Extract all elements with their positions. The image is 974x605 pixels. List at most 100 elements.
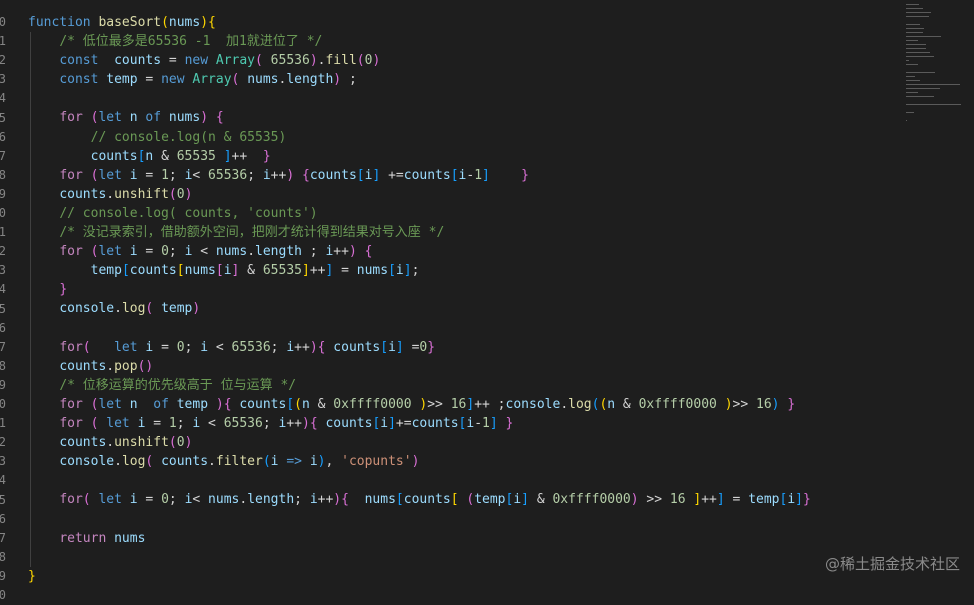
code-line[interactable]: function baseSort(nums){ xyxy=(28,13,904,32)
code-line[interactable]: console.log( temp) xyxy=(28,299,904,319)
code-token: /* 位移运算的优先级高于 位与运算 */ xyxy=(59,377,297,393)
code-line[interactable]: } xyxy=(28,280,904,300)
code-line[interactable]: counts.unshift(0) xyxy=(28,433,904,453)
code-token: temp xyxy=(106,72,138,88)
code-token: & xyxy=(615,396,639,412)
code-line[interactable]: for( let i = 0; i < 65536; i++){ counts[… xyxy=(28,337,904,357)
code-token: ; xyxy=(341,72,357,88)
minimap-line xyxy=(906,56,934,57)
indent-guide xyxy=(30,280,31,300)
code-line[interactable] xyxy=(28,547,904,567)
code-token: < xyxy=(192,167,209,183)
code-line[interactable]: // console.log(n & 65535) xyxy=(28,127,904,147)
indent-guide xyxy=(30,70,31,90)
code-token: } xyxy=(59,282,68,298)
line-number-gutter: 0 1 2 3 4 5 6 7 8 9 0 1 2 3 4 5 6 7 8 9 0 1 2 3 4 5 6 7 8 9 0 xyxy=(0,0,8,602)
indent-guide xyxy=(30,242,31,262)
line-number: 6 xyxy=(0,129,6,144)
minimap-line xyxy=(906,60,909,61)
line-number: 7 xyxy=(0,339,6,354)
code-token: let xyxy=(114,339,138,355)
code-token: function xyxy=(28,15,91,30)
code-line[interactable]: /* 位移运算的优先级高于 位与运算 */ xyxy=(28,375,904,395)
minimap-line xyxy=(906,96,934,97)
vertical-scrollbar[interactable] xyxy=(966,0,974,586)
code-line[interactable] xyxy=(28,89,904,109)
code-line[interactable]: counts[n & 65535 ]++ } xyxy=(28,146,904,166)
code-token: ; xyxy=(411,263,420,279)
code-line[interactable]: for ( let i = 1; i < 65536; i++){ counts… xyxy=(28,413,904,434)
code-line[interactable]: counts.unshift(0) xyxy=(28,184,904,204)
code-token: = xyxy=(137,72,162,88)
code-token: nums xyxy=(356,263,389,279)
code-token: nums xyxy=(184,263,216,279)
code-line[interactable]: return nums xyxy=(28,528,904,548)
code-token: counts xyxy=(411,415,459,431)
code-token: ] xyxy=(395,339,404,355)
code-token: & xyxy=(529,492,553,508)
code-token: [ xyxy=(388,263,396,279)
code-line[interactable]: for (let n of nums) { xyxy=(28,108,904,128)
code-line[interactable]: for( let i = 0; i< nums.length; i++){ nu… xyxy=(28,490,904,510)
code-token: ] xyxy=(521,492,529,508)
code-token: new xyxy=(184,53,209,69)
line-number: 0 xyxy=(0,206,6,220)
code-area[interactable]: function baseSort(nums){ /* 低位最多是65536 -… xyxy=(28,13,904,586)
code-token: counts xyxy=(59,435,107,451)
code-token: temp xyxy=(176,396,209,412)
code-line[interactable]: for (let n of temp ){ counts[(n & 0xffff… xyxy=(28,394,904,414)
code-token: & xyxy=(153,148,177,164)
code-editor[interactable]: 0123456789012345678901234567890 function… xyxy=(0,0,974,602)
code-line[interactable]: const temp = new Array( nums.length) ; xyxy=(28,70,904,90)
code-line[interactable]: /* 低位最多是65536 -1 加1就进位了 */ xyxy=(28,32,904,52)
code-line[interactable] xyxy=(28,471,904,491)
code-line[interactable]: console.log( counts.filter(i => i), 'cop… xyxy=(28,452,904,472)
code-token: let xyxy=(98,492,122,508)
code-line[interactable] xyxy=(28,318,904,338)
code-token: - xyxy=(474,415,483,431)
code-line[interactable]: // console.log( counts, 'counts') xyxy=(28,203,904,224)
line-number: 4 xyxy=(0,473,6,488)
code-token: . xyxy=(208,454,216,470)
code-token: i xyxy=(395,263,404,279)
code-line[interactable]: /* 没记录索引，借助额外空间，把刚才统计得到结果对号入座 */ xyxy=(28,223,904,243)
minimap-line xyxy=(906,40,918,41)
code-token: >> xyxy=(638,492,670,508)
code-token: ++ xyxy=(294,339,310,355)
indent-guide xyxy=(30,51,31,71)
code-line[interactable]: } xyxy=(28,567,904,586)
code-token: log xyxy=(568,396,592,412)
code-line[interactable]: for (let i = 1; i< 65536; i++) {counts[i… xyxy=(28,165,904,185)
code-line[interactable]: temp[counts[nums[i] & 65535]++] = nums[i… xyxy=(28,261,904,281)
code-line[interactable]: for (let i = 0; i < nums.length ; i++) { xyxy=(28,242,904,262)
watermark: @稀土掘金技术社区 xyxy=(824,555,960,573)
code-token: = xyxy=(161,53,185,69)
code-token: let xyxy=(98,167,122,183)
code-token: i xyxy=(380,415,389,431)
indent-guide xyxy=(30,146,31,166)
code-token: [ xyxy=(286,396,295,412)
code-token: ++ xyxy=(333,244,349,260)
code-token: { xyxy=(215,110,224,126)
minimap[interactable] xyxy=(906,0,966,130)
indent-guide xyxy=(30,413,31,434)
code-token: counts xyxy=(403,167,451,183)
code-token: 1 xyxy=(474,167,483,183)
line-number: 8 xyxy=(0,358,6,373)
line-number: 5 xyxy=(0,110,6,125)
code-line[interactable]: const counts = new Array( 65536).fill(0) xyxy=(28,51,904,71)
line-number: 8 xyxy=(0,167,6,182)
code-token: ) xyxy=(309,339,318,355)
indent-guide xyxy=(30,127,31,147)
code-line[interactable]: counts.pop() xyxy=(28,356,904,376)
code-line[interactable] xyxy=(28,509,904,529)
indent-guide xyxy=(30,299,31,319)
indent-guide xyxy=(30,433,31,453)
code-token: ] xyxy=(795,492,803,508)
